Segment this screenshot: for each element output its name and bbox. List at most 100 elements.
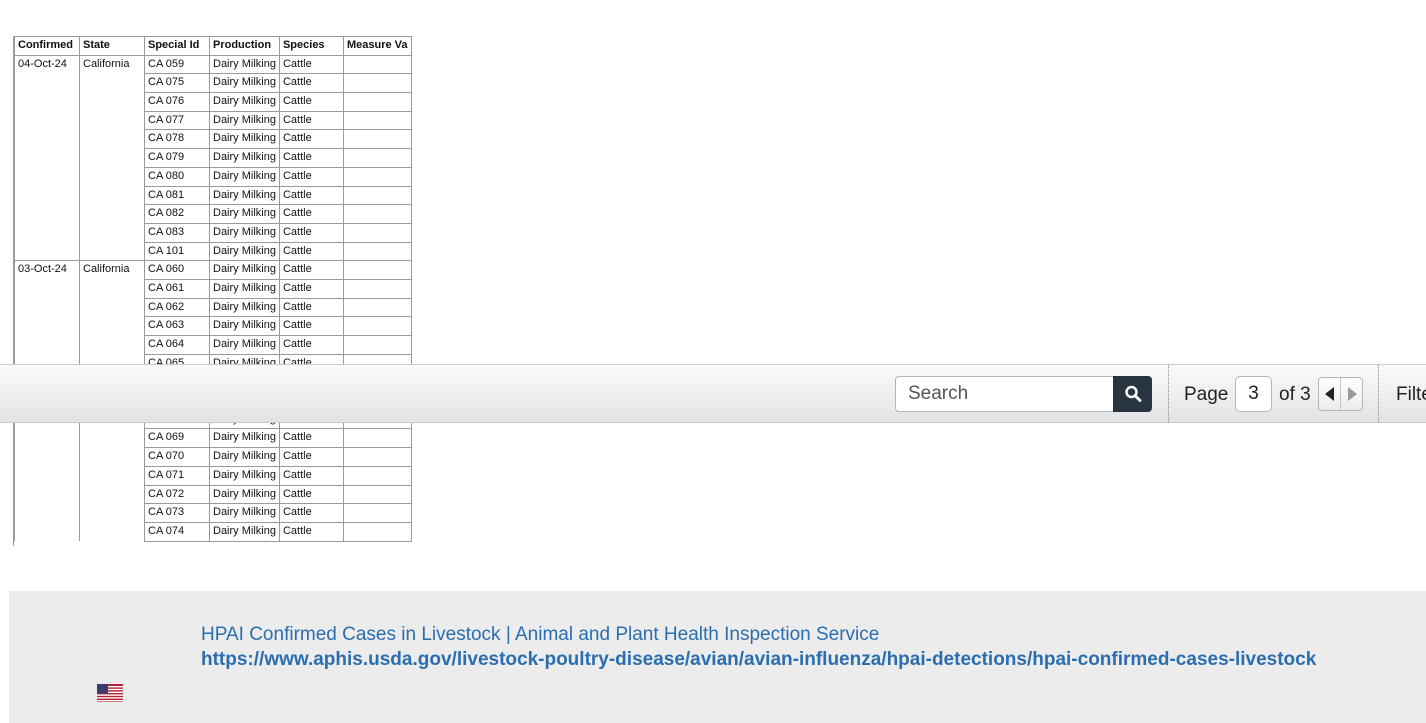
cell-species: Cattle xyxy=(278,447,344,467)
cell-special-id: CA 059 xyxy=(144,54,210,75)
triangle-left-icon xyxy=(1324,387,1334,401)
cell-confirmed xyxy=(14,111,80,130)
cell-special-id: CA 078 xyxy=(144,129,210,150)
cell-state xyxy=(79,73,145,93)
search-button[interactable] xyxy=(1113,376,1152,412)
cell-production: Dairy Milking xyxy=(209,73,280,94)
cell-production: Dairy Milking xyxy=(209,484,280,505)
us-flag-icon xyxy=(97,684,123,702)
magnifier-icon xyxy=(1124,385,1141,402)
cell-species: Cattle xyxy=(278,316,344,336)
cell-species: Cattle xyxy=(278,73,344,94)
cell-special-id: CA 074 xyxy=(144,521,210,542)
table-row: CA 069 Dairy Milking Cattle xyxy=(14,428,412,449)
cell-species: Cattle xyxy=(278,297,344,318)
cell-production: Dairy Milking xyxy=(209,54,280,75)
cell-production: Dairy Milking xyxy=(209,166,280,187)
table-row: CA 076 Dairy Milking Cattle xyxy=(14,92,412,112)
cell-production: Dairy Milking xyxy=(209,503,280,523)
cell-confirmed xyxy=(14,73,80,93)
cell-state xyxy=(79,204,145,224)
cell-special-id: CA 069 xyxy=(144,428,210,449)
footer-title-link[interactable]: HPAI Confirmed Cases in Livestock | Anim… xyxy=(201,624,879,646)
cell-special-id: CA 079 xyxy=(144,148,210,168)
cell-confirmed xyxy=(14,447,80,467)
cell-measure-value xyxy=(342,484,412,505)
previous-page-button[interactable] xyxy=(1319,378,1340,410)
cell-confirmed xyxy=(14,522,80,542)
cell-measure-value xyxy=(342,335,412,355)
cell-state xyxy=(79,242,145,261)
footer-url-link[interactable]: https://www.aphis.usda.gov/livestock-pou… xyxy=(201,649,1316,671)
cell-state xyxy=(79,298,145,317)
cell-measure-value xyxy=(342,241,412,262)
table-row: CA 079 Dairy Milking Cattle xyxy=(14,148,412,168)
cell-special-id: CA 062 xyxy=(144,297,210,318)
cell-confirmed xyxy=(14,148,80,168)
page-total: of 3 xyxy=(1279,384,1311,405)
cell-production: Dairy Milking xyxy=(209,204,280,224)
page-number-input[interactable]: 3 xyxy=(1235,376,1272,412)
cell-species: Cattle xyxy=(278,335,344,355)
cell-production: Dairy Milking xyxy=(209,129,280,150)
table-row: CA 080 Dairy Milking Cattle xyxy=(14,166,412,187)
cell-species: Cattle xyxy=(278,185,344,206)
page-label: Page xyxy=(1184,384,1229,405)
cell-measure-value xyxy=(342,92,412,112)
next-page-button[interactable] xyxy=(1340,378,1362,410)
cell-species: Cattle xyxy=(278,129,344,150)
cell-production: Dairy Milking xyxy=(209,297,280,318)
cell-production: Dairy Milking xyxy=(209,110,280,131)
cell-special-id: CA 073 xyxy=(144,503,210,523)
cell-state xyxy=(79,279,145,299)
cell-state xyxy=(79,466,145,485)
cell-special-id: CA 076 xyxy=(144,92,210,112)
cell-special-id: CA 101 xyxy=(144,241,210,262)
search-input[interactable]: Search xyxy=(895,376,1113,412)
table-row: 03-Oct-24 California CA 060 Dairy Milking Ca… xyxy=(14,260,412,280)
table-row: CA 064 Dairy Milking Cattle xyxy=(14,335,412,355)
cell-production: Dairy Milking xyxy=(209,521,280,542)
cell-species: Cattle xyxy=(278,465,344,486)
cell-species: Cattle xyxy=(278,92,344,112)
cell-species: Cattle xyxy=(278,241,344,262)
cell-special-id: CA 072 xyxy=(144,484,210,505)
cell-production: Dairy Milking xyxy=(209,335,280,355)
cell-state xyxy=(79,428,145,448)
filter-button[interactable]: Filte xyxy=(1396,384,1426,406)
cell-state xyxy=(79,316,145,336)
cell-confirmed: 04-Oct-24 xyxy=(14,54,80,74)
table-toolbar: Search Page 3 of 3 Filte xyxy=(0,364,1426,423)
cell-measure-value xyxy=(342,54,412,75)
table-body: 04-Oct-24 California CA 059 Dairy Milking Ca… xyxy=(14,54,412,542)
cell-production: Dairy Milking xyxy=(209,185,280,206)
cell-measure-value xyxy=(342,465,412,486)
cell-special-id: CA 061 xyxy=(144,278,210,299)
cell-measure-value xyxy=(342,260,412,280)
cell-species: Cattle xyxy=(278,204,344,224)
header-production: Production xyxy=(209,36,280,56)
cell-confirmed: 03-Oct-24 xyxy=(14,260,80,280)
cell-confirmed xyxy=(14,92,80,112)
cell-measure-value xyxy=(342,204,412,224)
cell-measure-value xyxy=(342,148,412,168)
cell-production: Dairy Milking xyxy=(209,447,280,467)
cell-state xyxy=(79,223,145,243)
cell-measure-value xyxy=(342,297,412,318)
table-row: CA 083 Dairy Milking Cattle xyxy=(14,222,412,243)
header-special-id: Special Id xyxy=(144,36,210,56)
cell-special-id: CA 082 xyxy=(144,204,210,224)
cell-state xyxy=(79,111,145,130)
table-row: CA 078 Dairy Milking Cattle xyxy=(14,129,412,150)
cell-confirmed xyxy=(14,316,80,336)
cell-special-id: CA 064 xyxy=(144,335,210,355)
table-row: CA 082 Dairy Milking Cattle xyxy=(14,204,412,224)
cell-confirmed xyxy=(14,129,80,149)
table-row: CA 061 Dairy Milking Cattle xyxy=(14,278,412,299)
cell-special-id: CA 077 xyxy=(144,110,210,131)
cell-species: Cattle xyxy=(278,428,344,449)
cell-species: Cattle xyxy=(278,222,344,243)
cell-confirmed xyxy=(14,223,80,243)
cell-special-id: CA 075 xyxy=(144,73,210,94)
cell-measure-value xyxy=(342,428,412,449)
